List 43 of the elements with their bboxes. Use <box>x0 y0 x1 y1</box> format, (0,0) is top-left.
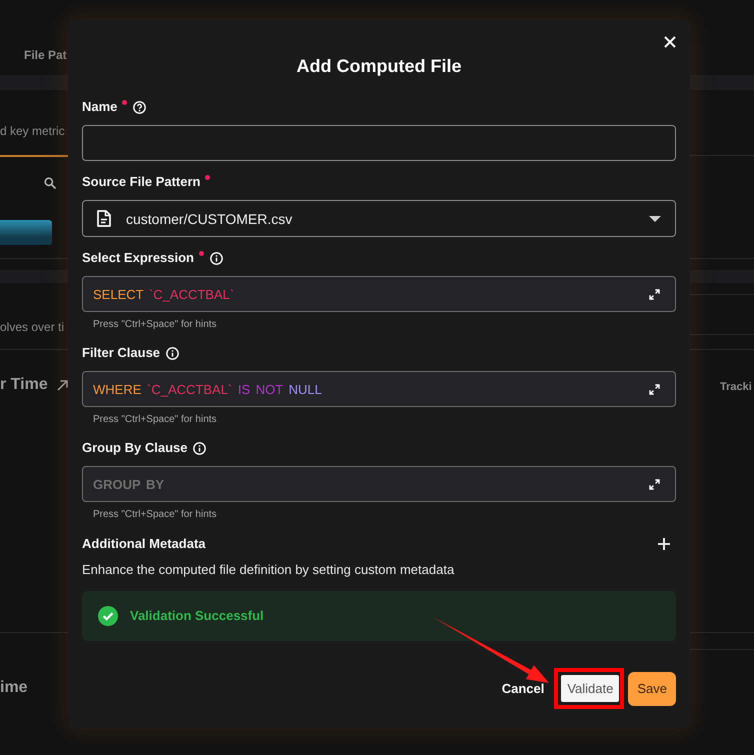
dialog-title: Add Computed File <box>296 55 462 77</box>
field-label: Source File Pattern <box>82 173 200 191</box>
plus-icon <box>658 538 670 550</box>
action-button[interactable]: Save <box>628 672 676 706</box>
code-editor[interactable]: SELECT `C_ACCTBAL` <box>82 276 676 312</box>
close-icon <box>664 36 676 48</box>
check-circle-icon <box>98 606 118 626</box>
field-label: Select Expression <box>82 249 194 267</box>
action-button[interactable]: Cancel <box>502 678 544 698</box>
code-editor[interactable]: WHERE `C_ACCTBAL` IS NOT NULL <box>82 371 676 407</box>
section-heading: r Time <box>0 375 48 395</box>
info-icon[interactable] <box>193 442 206 454</box>
expand-icon[interactable] <box>649 478 660 490</box>
action-button[interactable]: Validate <box>561 675 620 702</box>
add-button[interactable] <box>658 538 670 550</box>
field-label: Group By Clause <box>82 439 188 457</box>
arrow-up-right-icon <box>56 380 68 390</box>
hint-text: Press "Ctrl+Space" for hints <box>92 508 217 522</box>
close-button[interactable] <box>664 36 676 48</box>
expand-icon[interactable] <box>649 288 660 300</box>
info-icon[interactable] <box>210 252 223 264</box>
select-field[interactable]: customer/CUSTOMER.csv <box>82 200 676 237</box>
file-icon <box>97 210 111 227</box>
gradient-bar <box>0 220 52 245</box>
field-label: Filter Clause <box>82 344 160 362</box>
section-heading: ime <box>0 679 28 696</box>
section-description: Enhance the computed file definition by setting custom metadata <box>82 562 454 578</box>
description-text: olves over ti <box>0 320 64 334</box>
column-heading: Tracki <box>720 381 752 393</box>
hint-text: Press "Ctrl+Space" for hints <box>92 413 217 427</box>
search-icon <box>44 177 56 189</box>
field-label: Name <box>82 98 118 116</box>
tab-label: File Pat <box>24 48 67 62</box>
banner-text: Validation Successful <box>130 608 264 624</box>
hint-text: Press "Ctrl+Space" for hints <box>92 318 217 332</box>
text-input[interactable] <box>82 125 676 161</box>
description-text: d key metric <box>0 124 65 138</box>
section-title: Additional Metadata <box>82 535 206 553</box>
question-icon[interactable] <box>133 100 146 114</box>
tab-indicator <box>0 155 68 157</box>
info-icon[interactable] <box>166 346 180 360</box>
expand-icon[interactable] <box>649 384 660 394</box>
caret-down-icon <box>649 216 661 222</box>
